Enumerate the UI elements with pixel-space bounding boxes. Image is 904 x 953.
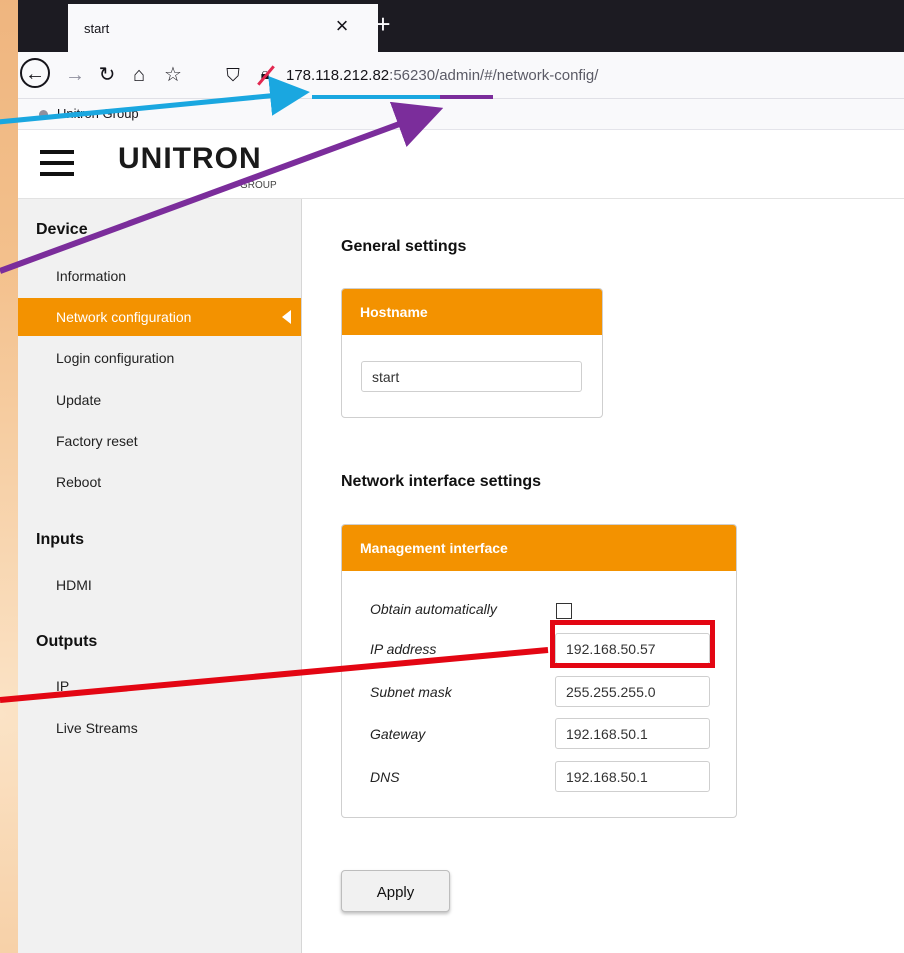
browser-window: start × + ← → ↻ ⌂ ☆ ⛉ 🔒︎ 178.118.212.82:…	[18, 0, 904, 953]
sidebar-item-login-configuration[interactable]: Login configuration	[18, 339, 301, 377]
tab-title: start	[84, 21, 110, 36]
bookmark-favicon-icon	[39, 110, 48, 119]
obtain-automatically-label: Obtain automatically	[370, 601, 497, 617]
url-bar[interactable]: 178.118.212.82:56230/admin/#/network-con…	[286, 67, 598, 84]
bookmark-star-icon[interactable]: ☆	[158, 60, 188, 90]
sidebar-section-outputs: Outputs	[36, 633, 98, 650]
sidebar-section-inputs: Inputs	[36, 531, 84, 548]
sidebar-item-ip[interactable]: IP	[18, 667, 301, 705]
browser-tab[interactable]: start ×	[68, 4, 378, 52]
subnet-mask-label: Subnet mask	[370, 684, 452, 700]
insecure-lock-icon[interactable]: 🔒︎	[250, 60, 280, 90]
subnet-mask-input[interactable]	[555, 676, 710, 707]
ip-address-highlight-box	[550, 620, 715, 668]
obtain-automatically-checkbox[interactable]	[556, 603, 572, 619]
hostname-input[interactable]	[361, 361, 582, 392]
hamburger-menu-icon[interactable]	[40, 150, 74, 176]
active-indicator-icon	[282, 310, 291, 324]
general-settings-heading: General settings	[341, 238, 467, 255]
management-panel-header: Management interface	[342, 525, 736, 571]
url-port-path: :56230/admin/#/network-config/	[389, 67, 599, 84]
unitron-logo: UNITRON	[118, 142, 262, 175]
network-interface-heading: Network interface settings	[341, 473, 542, 490]
app-header: UNITRON GROUP	[18, 130, 904, 199]
sidebar-item-live-streams[interactable]: Live Streams	[18, 709, 301, 747]
sidebar-item-network-configuration[interactable]: Network configuration	[18, 298, 301, 336]
main-content: General settings Hostname Network interf…	[302, 199, 904, 953]
sidebar-item-factory-reset[interactable]: Factory reset	[18, 422, 301, 460]
apply-button[interactable]: Apply	[341, 870, 450, 912]
shield-icon[interactable]: ⛉	[218, 60, 248, 90]
gateway-label: Gateway	[370, 726, 426, 742]
sidebar-section-device: Device	[36, 221, 88, 238]
tab-bar: start × +	[18, 0, 904, 52]
bookmark-unitron-group[interactable]: Unitron Group	[57, 106, 139, 121]
hostname-panel: Hostname	[341, 288, 603, 418]
sidebar-item-update[interactable]: Update	[18, 381, 301, 419]
reload-icon[interactable]: ↻	[92, 60, 122, 90]
forward-icon[interactable]: →	[60, 60, 90, 90]
home-icon[interactable]: ⌂	[124, 60, 154, 90]
gateway-input[interactable]	[555, 718, 710, 749]
bookmarks-bar: Unitron Group	[18, 99, 904, 130]
navigation-bar: ← → ↻ ⌂ ☆ ⛉ 🔒︎ 178.118.212.82:56230/admi…	[18, 52, 904, 99]
hostname-panel-header: Hostname	[342, 289, 602, 335]
dns-label: DNS	[370, 769, 400, 785]
back-icon[interactable]: ←	[20, 58, 50, 88]
sidebar-item-hdmi[interactable]: HDMI	[18, 566, 301, 604]
url-host: 178.118.212.82	[286, 67, 390, 84]
ip-address-label: IP address	[370, 641, 437, 657]
close-tab-icon[interactable]: ×	[330, 14, 354, 38]
unitron-logo-sub: GROUP	[240, 180, 277, 191]
sidebar-item-information[interactable]: Information	[18, 257, 301, 295]
new-tab-icon[interactable]: +	[368, 10, 398, 40]
management-interface-panel: Management interface Obtain automaticall…	[341, 524, 737, 818]
dns-input[interactable]	[555, 761, 710, 792]
sidebar-item-reboot[interactable]: Reboot	[18, 463, 301, 501]
sidebar: Device Information Network configuration…	[18, 199, 302, 953]
